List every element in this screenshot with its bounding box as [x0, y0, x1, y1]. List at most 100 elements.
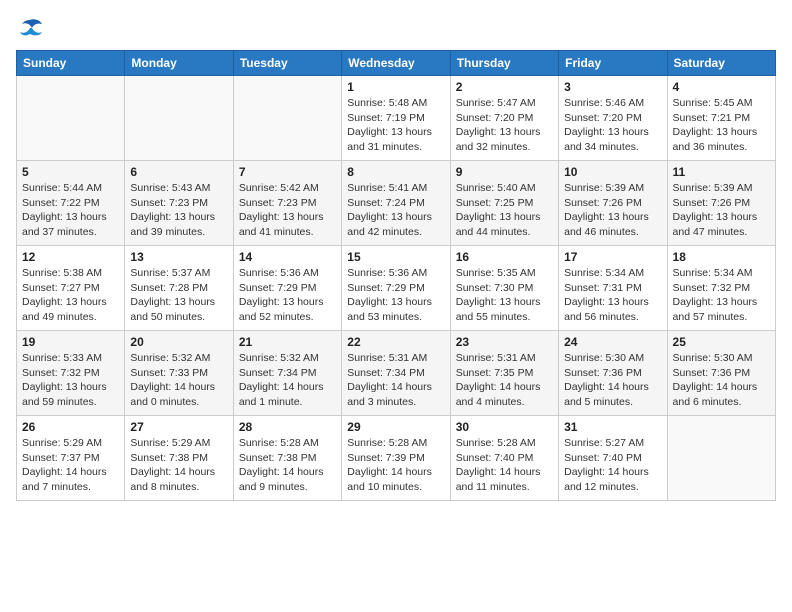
day-info: Sunrise: 5:35 AM Sunset: 7:30 PM Dayligh… — [456, 266, 553, 325]
day-info: Sunrise: 5:36 AM Sunset: 7:29 PM Dayligh… — [239, 266, 336, 325]
calendar-cell: 12 Sunrise: 5:38 AM Sunset: 7:27 PM Dayli… — [17, 246, 125, 331]
day-info: Sunrise: 5:29 AM Sunset: 7:37 PM Dayligh… — [22, 436, 119, 495]
calendar-cell: 7 Sunrise: 5:42 AM Sunset: 7:23 PM Daylig… — [233, 161, 341, 246]
calendar-cell: 1 Sunrise: 5:48 AM Sunset: 7:19 PM Daylig… — [342, 76, 450, 161]
calendar-cell: 21 Sunrise: 5:32 AM Sunset: 7:34 PM Dayli… — [233, 331, 341, 416]
day-info: Sunrise: 5:29 AM Sunset: 7:38 PM Dayligh… — [130, 436, 227, 495]
day-number: 10 — [564, 165, 661, 179]
calendar-cell: 19 Sunrise: 5:33 AM Sunset: 7:32 PM Dayli… — [17, 331, 125, 416]
day-number: 15 — [347, 250, 444, 264]
day-number: 6 — [130, 165, 227, 179]
day-info: Sunrise: 5:41 AM Sunset: 7:24 PM Dayligh… — [347, 181, 444, 240]
day-number: 8 — [347, 165, 444, 179]
calendar-cell: 14 Sunrise: 5:36 AM Sunset: 7:29 PM Dayli… — [233, 246, 341, 331]
day-info: Sunrise: 5:46 AM Sunset: 7:20 PM Dayligh… — [564, 96, 661, 155]
weekday-row: SundayMondayTuesdayWednesdayThursdayFrid… — [17, 51, 776, 76]
calendar-cell: 16 Sunrise: 5:35 AM Sunset: 7:30 PM Dayli… — [450, 246, 558, 331]
day-info: Sunrise: 5:39 AM Sunset: 7:26 PM Dayligh… — [564, 181, 661, 240]
logo-bird-icon — [16, 16, 44, 40]
calendar-cell: 20 Sunrise: 5:32 AM Sunset: 7:33 PM Dayli… — [125, 331, 233, 416]
calendar-cell: 27 Sunrise: 5:29 AM Sunset: 7:38 PM Dayli… — [125, 416, 233, 501]
day-info: Sunrise: 5:31 AM Sunset: 7:34 PM Dayligh… — [347, 351, 444, 410]
day-number: 16 — [456, 250, 553, 264]
day-info: Sunrise: 5:39 AM Sunset: 7:26 PM Dayligh… — [673, 181, 770, 240]
day-info: Sunrise: 5:32 AM Sunset: 7:34 PM Dayligh… — [239, 351, 336, 410]
day-number: 5 — [22, 165, 119, 179]
day-number: 3 — [564, 80, 661, 94]
calendar-cell: 15 Sunrise: 5:36 AM Sunset: 7:29 PM Dayli… — [342, 246, 450, 331]
day-number: 11 — [673, 165, 770, 179]
day-number: 7 — [239, 165, 336, 179]
calendar-cell: 25Sunrise: 5:30 AM Sunset: 7:36 PM Dayli… — [667, 331, 775, 416]
day-info: Sunrise: 5:28 AM Sunset: 7:39 PM Dayligh… — [347, 436, 444, 495]
day-number: 24 — [564, 335, 661, 349]
day-number: 28 — [239, 420, 336, 434]
page-header — [16, 16, 776, 40]
calendar-cell: 10 Sunrise: 5:39 AM Sunset: 7:26 PM Dayli… — [559, 161, 667, 246]
weekday-header-tuesday: Tuesday — [233, 51, 341, 76]
calendar-body: 1 Sunrise: 5:48 AM Sunset: 7:19 PM Daylig… — [17, 76, 776, 501]
weekday-header-friday: Friday — [559, 51, 667, 76]
day-info: Sunrise: 5:31 AM Sunset: 7:35 PM Dayligh… — [456, 351, 553, 410]
day-info: Sunrise: 5:42 AM Sunset: 7:23 PM Dayligh… — [239, 181, 336, 240]
day-info: Sunrise: 5:47 AM Sunset: 7:20 PM Dayligh… — [456, 96, 553, 155]
calendar-cell: 18 Sunrise: 5:34 AM Sunset: 7:32 PM Dayli… — [667, 246, 775, 331]
calendar-cell: 28 Sunrise: 5:28 AM Sunset: 7:38 PM Dayli… — [233, 416, 341, 501]
calendar-cell: 3 Sunrise: 5:46 AM Sunset: 7:20 PM Daylig… — [559, 76, 667, 161]
day-number: 20 — [130, 335, 227, 349]
day-number: 29 — [347, 420, 444, 434]
day-info: Sunrise: 5:44 AM Sunset: 7:22 PM Dayligh… — [22, 181, 119, 240]
calendar-week-2: 5 Sunrise: 5:44 AM Sunset: 7:22 PM Daylig… — [17, 161, 776, 246]
day-number: 13 — [130, 250, 227, 264]
day-number: 9 — [456, 165, 553, 179]
day-number: 12 — [22, 250, 119, 264]
day-info: Sunrise: 5:34 AM Sunset: 7:32 PM Dayligh… — [673, 266, 770, 325]
day-info: Sunrise: 5:43 AM Sunset: 7:23 PM Dayligh… — [130, 181, 227, 240]
calendar-cell: 13 Sunrise: 5:37 AM Sunset: 7:28 PM Dayli… — [125, 246, 233, 331]
calendar-cell: 9 Sunrise: 5:40 AM Sunset: 7:25 PM Daylig… — [450, 161, 558, 246]
day-number: 1 — [347, 80, 444, 94]
calendar-cell: 11 Sunrise: 5:39 AM Sunset: 7:26 PM Dayli… — [667, 161, 775, 246]
day-number: 21 — [239, 335, 336, 349]
calendar-table: SundayMondayTuesdayWednesdayThursdayFrid… — [16, 50, 776, 501]
calendar-cell — [17, 76, 125, 161]
calendar-cell: 2Sunrise: 5:47 AM Sunset: 7:20 PM Daylig… — [450, 76, 558, 161]
day-info: Sunrise: 5:32 AM Sunset: 7:33 PM Dayligh… — [130, 351, 227, 410]
day-number: 31 — [564, 420, 661, 434]
day-info: Sunrise: 5:34 AM Sunset: 7:31 PM Dayligh… — [564, 266, 661, 325]
day-number: 14 — [239, 250, 336, 264]
day-info: Sunrise: 5:40 AM Sunset: 7:25 PM Dayligh… — [456, 181, 553, 240]
calendar-cell: 23Sunrise: 5:31 AM Sunset: 7:35 PM Dayli… — [450, 331, 558, 416]
calendar-header: SundayMondayTuesdayWednesdayThursdayFrid… — [17, 51, 776, 76]
weekday-header-monday: Monday — [125, 51, 233, 76]
day-info: Sunrise: 5:48 AM Sunset: 7:19 PM Dayligh… — [347, 96, 444, 155]
day-info: Sunrise: 5:28 AM Sunset: 7:38 PM Dayligh… — [239, 436, 336, 495]
day-info: Sunrise: 5:33 AM Sunset: 7:32 PM Dayligh… — [22, 351, 119, 410]
calendar-cell — [125, 76, 233, 161]
weekday-header-thursday: Thursday — [450, 51, 558, 76]
day-info: Sunrise: 5:36 AM Sunset: 7:29 PM Dayligh… — [347, 266, 444, 325]
calendar-cell — [667, 416, 775, 501]
day-info: Sunrise: 5:30 AM Sunset: 7:36 PM Dayligh… — [564, 351, 661, 410]
calendar-week-1: 1 Sunrise: 5:48 AM Sunset: 7:19 PM Daylig… — [17, 76, 776, 161]
day-number: 27 — [130, 420, 227, 434]
day-number: 19 — [22, 335, 119, 349]
calendar-cell: 30 Sunrise: 5:28 AM Sunset: 7:40 PM Dayli… — [450, 416, 558, 501]
day-number: 30 — [456, 420, 553, 434]
calendar-cell: 5 Sunrise: 5:44 AM Sunset: 7:22 PM Daylig… — [17, 161, 125, 246]
day-number: 4 — [673, 80, 770, 94]
day-info: Sunrise: 5:27 AM Sunset: 7:40 PM Dayligh… — [564, 436, 661, 495]
calendar-cell: 31 Sunrise: 5:27 AM Sunset: 7:40 PM Dayli… — [559, 416, 667, 501]
calendar-week-5: 26 Sunrise: 5:29 AM Sunset: 7:37 PM Dayli… — [17, 416, 776, 501]
calendar-cell: 29 Sunrise: 5:28 AM Sunset: 7:39 PM Dayli… — [342, 416, 450, 501]
calendar-cell: 24 Sunrise: 5:30 AM Sunset: 7:36 PM Dayli… — [559, 331, 667, 416]
day-number: 22 — [347, 335, 444, 349]
day-number: 26 — [22, 420, 119, 434]
logo — [16, 16, 48, 40]
day-info: Sunrise: 5:28 AM Sunset: 7:40 PM Dayligh… — [456, 436, 553, 495]
day-info: Sunrise: 5:30 AM Sunset: 7:36 PM Dayligh… — [673, 351, 770, 410]
day-info: Sunrise: 5:38 AM Sunset: 7:27 PM Dayligh… — [22, 266, 119, 325]
calendar-cell: 6 Sunrise: 5:43 AM Sunset: 7:23 PM Daylig… — [125, 161, 233, 246]
day-info: Sunrise: 5:37 AM Sunset: 7:28 PM Dayligh… — [130, 266, 227, 325]
day-number: 18 — [673, 250, 770, 264]
